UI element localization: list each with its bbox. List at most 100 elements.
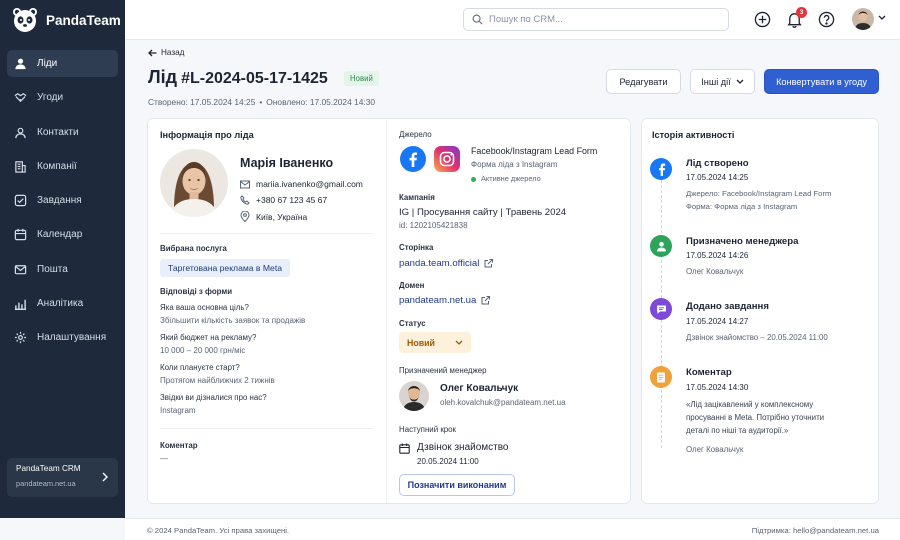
sidebar-item-label: Ліди	[37, 58, 58, 69]
sidebar-item-label: Аналітика	[37, 298, 84, 310]
activity-line: деталі по ніші та аудиторії.»	[686, 426, 789, 435]
note-icon	[657, 372, 665, 382]
back-link[interactable]: Назад	[148, 48, 184, 57]
lead-id: #L-2024-05-17-1425	[181, 70, 328, 87]
brand-name: PandaTeam	[46, 12, 121, 28]
sidebar-item-label: Угоди	[37, 92, 64, 104]
next-step-title: Дзвінок знайомство	[417, 442, 509, 453]
convert-to-deal-button[interactable]: Конвертувати в угоду	[764, 69, 879, 94]
search-box[interactable]	[463, 8, 729, 31]
building-icon	[15, 161, 26, 173]
convert-label: Конвертувати в угоду	[776, 76, 867, 87]
activity-line: Олег Ковальчук	[686, 267, 744, 276]
sidebar-item-label: Компанії	[37, 160, 77, 172]
page-link[interactable]: panda.team.official	[399, 258, 494, 269]
sidebar-item-deals[interactable]: Угоди	[7, 84, 118, 111]
timeline-icon	[650, 235, 672, 257]
manager-email: oleh.kovalchuk@pandateam.net.ua	[440, 398, 566, 407]
chevron-right-icon	[102, 472, 108, 482]
chat-icon	[656, 305, 666, 314]
panda-logo-icon	[13, 8, 37, 32]
answer-value: Збільшити кількість заявок та продажів	[160, 316, 306, 325]
instagram-icon	[434, 146, 460, 172]
next-step-date: 20.05.2024 11:00	[417, 457, 479, 466]
phone-icon	[240, 195, 250, 205]
sidebar-item-leads[interactable]: Ліди	[7, 50, 118, 77]
answer-value: Протягом найближчих 2 тижнів	[160, 376, 275, 385]
sidebar-item-label: Пошта	[37, 263, 68, 275]
sidebar-item-companies[interactable]: Компанії	[7, 153, 118, 180]
support-contact[interactable]: Підтримка: hello@pandateam.net.ua	[752, 526, 879, 535]
divider	[160, 233, 374, 234]
add-circle-icon[interactable]	[754, 11, 771, 28]
lead-phone-row[interactable]: +380 67 123 45 67	[240, 195, 327, 205]
user-icon	[656, 241, 666, 251]
answer-value: 10 000 – 20 000 грн/міс	[160, 346, 246, 355]
workspace-switcher[interactable]: PandaTeam CRM pandateam.net.ua	[7, 458, 118, 497]
notification-badge: 3	[796, 7, 807, 18]
sidebar-item-mail[interactable]: Пошта	[7, 256, 118, 283]
answer-question: Звідки ви дізналися про нас?	[160, 393, 267, 402]
comment-value: —	[160, 454, 168, 463]
source-form: Форма ліда з Instagram	[471, 160, 558, 169]
mark-done-button[interactable]: Позначити виконаним	[399, 474, 515, 496]
sidebar-item-calendar[interactable]: Календар	[7, 221, 118, 248]
activity-title-item: Додано завдання	[686, 301, 769, 312]
footer: © 2024 PandaTeam. Усі права захищені. Пі…	[125, 518, 900, 540]
activity-line: Олег Ковальчук	[686, 445, 744, 454]
mail-icon	[14, 264, 27, 275]
brand[interactable]: PandaTeam	[0, 0, 125, 40]
sidebar-nav: Ліди Угоди Контакти Компанії Завдання Ка…	[0, 50, 125, 351]
facebook-icon	[658, 163, 665, 176]
back-label: Назад	[161, 48, 185, 57]
edit-label: Редагувати	[619, 76, 668, 87]
topbar: 3	[125, 0, 900, 40]
title-prefix: Лід	[148, 67, 178, 87]
timeline-icon	[650, 366, 672, 388]
user-avatar[interactable]	[852, 8, 874, 30]
page-link-text: panda.team.official	[399, 258, 480, 269]
lead-email-row[interactable]: mariia.ivanenko@gmail.com	[240, 179, 363, 189]
sidebar-item-settings[interactable]: Налаштування	[7, 324, 118, 351]
edit-button[interactable]: Редагувати	[606, 69, 681, 94]
timeline-icon	[650, 158, 672, 180]
campaign-label: Кампанія	[399, 193, 435, 202]
sidebar-item-analytics[interactable]: Аналітика	[7, 290, 118, 317]
divider	[160, 428, 374, 429]
campaign-value: IG | Просування сайту | Травень 2024	[399, 207, 567, 218]
answer-question: Коли плануєте старт?	[160, 363, 240, 372]
bar-chart-icon	[14, 299, 27, 311]
status-value: Новий	[407, 337, 435, 348]
calendar-icon	[399, 443, 410, 454]
column-divider	[386, 120, 387, 503]
help-icon[interactable]	[818, 11, 835, 28]
search-input[interactable]	[489, 14, 709, 25]
timestamps: Створено: 17.05.2024 14:25 • Оновлено: 17.…	[148, 97, 375, 107]
service-label: Вибрана послуга	[160, 244, 227, 253]
domain-link[interactable]: pandateam.net.ua	[399, 295, 491, 306]
answer-question: Яка ваша основна ціль?	[160, 303, 249, 312]
location-pin-icon	[240, 211, 250, 222]
workspace-domain: pandateam.net.ua	[16, 479, 76, 488]
chevron-down-icon	[455, 340, 463, 345]
source-status: Активне джерело	[471, 174, 541, 183]
status-badge: Новий	[344, 71, 379, 86]
checkbox-icon	[14, 194, 27, 207]
campaign-id: id: 1202105421838	[399, 221, 468, 230]
domain-label: Домен	[399, 281, 425, 290]
chevron-down-icon[interactable]	[878, 15, 886, 21]
status-select[interactable]: Новий	[399, 332, 471, 353]
workspace-name: PandaTeam CRM	[16, 464, 81, 473]
lead-email: mariia.ivanenko@gmail.com	[256, 179, 363, 189]
activity-title-item: Призначено менеджера	[686, 236, 799, 247]
form-answers-label: Відповіді з форми	[160, 287, 233, 296]
created-time: Створено: 17.05.2024 14:25	[148, 97, 256, 107]
activity-time: 17.05.2024 14:27	[686, 317, 749, 326]
updated-time: Оновлено: 17.05.2024 14:30	[266, 97, 376, 107]
sidebar-item-contacts[interactable]: Контакти	[7, 119, 118, 146]
user-icon	[15, 58, 26, 70]
more-actions-button[interactable]: Інші дії	[690, 69, 755, 94]
page-label: Сторінка	[399, 243, 434, 252]
source-status-text: Активне джерело	[481, 174, 541, 183]
sidebar-item-tasks[interactable]: Завдання	[7, 187, 118, 214]
